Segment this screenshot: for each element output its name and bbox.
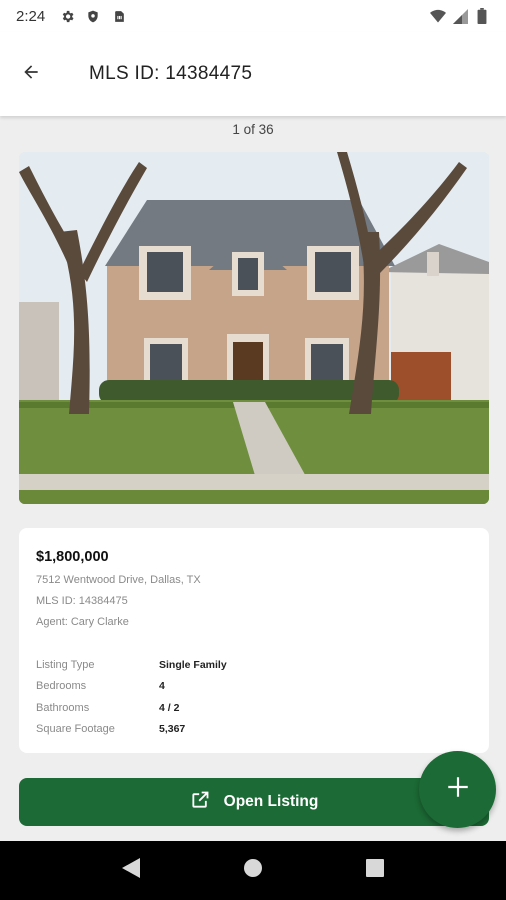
open-listing-label: Open Listing	[223, 793, 319, 810]
fact-value: 4	[159, 680, 165, 693]
listing-photo[interactable]	[19, 152, 489, 504]
battery-icon	[474, 8, 490, 24]
shield-icon	[85, 8, 101, 24]
fact-label: Square Footage	[36, 723, 115, 736]
wifi-icon	[430, 8, 446, 24]
fact-value: 4 / 2	[159, 701, 180, 714]
listing-details-card: $1,800,000 7512 Wentwood Drive, Dallas, …	[19, 528, 489, 753]
plus-icon	[445, 774, 471, 805]
fact-row-bathrooms: Bathrooms 4 / 2	[36, 697, 472, 719]
photo-counter: 1 of 36	[232, 122, 274, 137]
listing-mls-id: MLS ID: 14384475	[36, 595, 128, 607]
add-fab-button[interactable]	[419, 751, 496, 828]
gear-icon	[59, 8, 75, 24]
fact-row-square-footage: Square Footage 5,367	[36, 719, 472, 741]
fact-row-listing-type: Listing Type Single Family	[36, 654, 472, 676]
external-link-icon	[190, 790, 210, 815]
status-bar: 2:24	[0, 0, 506, 32]
back-triangle-icon	[122, 858, 140, 883]
back-button[interactable]	[0, 32, 62, 116]
listing-facts: Listing Type Single Family Bedrooms 4 Ba…	[36, 654, 472, 740]
sim-card-icon	[111, 8, 127, 24]
signal-icon	[452, 8, 468, 24]
listing-address: 7512 Wentwood Drive, Dallas, TX	[36, 574, 201, 586]
fact-label: Bedrooms	[36, 680, 87, 693]
nav-back-button[interactable]	[116, 856, 146, 886]
fact-row-bedrooms: Bedrooms 4	[36, 676, 472, 698]
page-title: MLS ID: 14384475	[89, 63, 253, 84]
status-time: 2:24	[16, 7, 46, 25]
nav-recents-button[interactable]	[360, 856, 390, 886]
app-bar: MLS ID: 14384475	[0, 32, 506, 116]
fact-label: Listing Type	[36, 658, 95, 671]
nav-home-button[interactable]	[238, 856, 268, 886]
system-nav-bar	[0, 841, 506, 900]
arrow-back-icon	[21, 62, 41, 87]
listing-agent: Agent: Cary Clarke	[36, 616, 129, 628]
home-circle-icon	[243, 858, 263, 883]
listing-price: $1,800,000	[36, 549, 109, 565]
recents-square-icon	[366, 859, 384, 882]
fact-value: 5,367	[159, 723, 186, 736]
fact-value: Single Family	[159, 658, 227, 671]
fact-label: Bathrooms	[36, 701, 90, 714]
